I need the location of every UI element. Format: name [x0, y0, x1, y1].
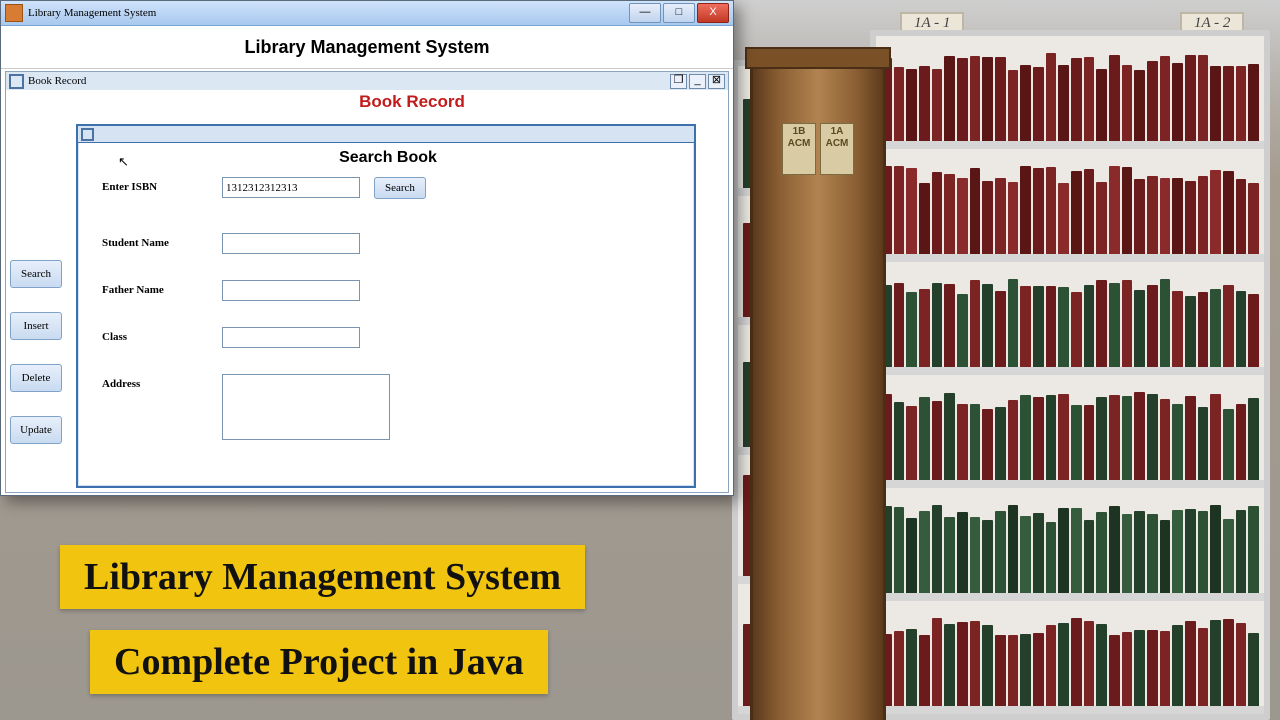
- pillar-tag-a: 1B ACM: [782, 123, 816, 175]
- update-button[interactable]: Update: [10, 416, 62, 444]
- bookshelf: [870, 30, 1270, 720]
- book-record-titlebar[interactable]: Book Record ❐ _ ⊠: [6, 72, 728, 91]
- search-panel-title: Search Book: [102, 149, 674, 167]
- titlebar[interactable]: Library Management System — □ X: [1, 1, 733, 26]
- search-book-panel: ↖ Search Book Enter ISBN Search Student …: [76, 124, 696, 488]
- window-maximize-button[interactable]: □: [663, 3, 695, 23]
- window-close-button[interactable]: X: [697, 3, 729, 23]
- isbn-input[interactable]: [222, 177, 360, 198]
- window-minimize-button[interactable]: —: [629, 3, 661, 23]
- app-title: Library Management System: [244, 37, 489, 58]
- search-submit-button[interactable]: Search: [374, 177, 426, 199]
- panel-icon: [81, 128, 94, 141]
- address-textarea[interactable]: [222, 374, 390, 440]
- student-name-label: Student Name: [102, 233, 222, 249]
- action-sidebar: Search Insert Delete Update: [10, 260, 62, 444]
- frame-icon: [9, 74, 24, 89]
- book-record-frame: Book Record ❐ _ ⊠ Book Record Search Ins…: [5, 71, 729, 493]
- father-name-label: Father Name: [102, 280, 222, 296]
- book-record-heading: Book Record: [96, 92, 728, 112]
- isbn-label: Enter ISBN: [102, 177, 222, 193]
- pillar-tag-b: 1A ACM: [820, 123, 854, 175]
- address-label: Address: [102, 374, 222, 390]
- class-label: Class: [102, 327, 222, 343]
- search-panel-titlebar[interactable]: [78, 126, 694, 143]
- frame-detach-button[interactable]: ❐: [670, 74, 687, 89]
- wooden-pillar: 1B ACM 1A ACM: [750, 60, 886, 720]
- frame-title: Book Record: [28, 75, 86, 87]
- app-header: Library Management System: [1, 26, 733, 69]
- promo-banner-1: Library Management System: [60, 545, 585, 609]
- student-name-input[interactable]: [222, 233, 360, 254]
- insert-button[interactable]: Insert: [10, 312, 62, 340]
- frame-close-button[interactable]: ⊠: [708, 74, 725, 89]
- app-window: Library Management System — □ X Library …: [0, 0, 734, 496]
- search-button[interactable]: Search: [10, 260, 62, 288]
- father-name-input[interactable]: [222, 280, 360, 301]
- frame-minimize-button[interactable]: _: [689, 74, 706, 89]
- class-input[interactable]: [222, 327, 360, 348]
- delete-button[interactable]: Delete: [10, 364, 62, 392]
- window-title: Library Management System: [28, 7, 627, 19]
- promo-banner-2: Complete Project in Java: [90, 630, 548, 694]
- java-app-icon: [5, 4, 23, 22]
